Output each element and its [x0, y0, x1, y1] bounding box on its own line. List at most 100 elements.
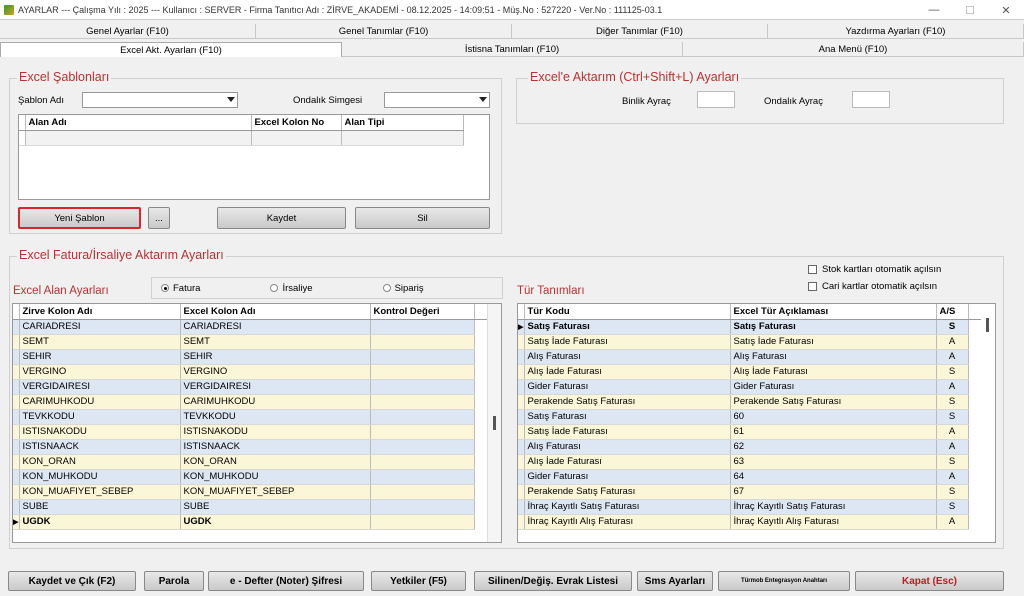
template-fields-grid[interactable]: Alan Adı Excel Kolon No Alan Tipi [18, 114, 490, 200]
table-cell[interactable]: VERGINO [19, 364, 181, 380]
table-row[interactable]: KON_MUHKODU KON_MUHKODU [13, 469, 501, 485]
table-cell[interactable] [370, 439, 475, 455]
type-definitions-grid[interactable]: Tür Kodu Excel Tür Açıklaması A/S ▶ Satış… [517, 303, 996, 543]
table-cell[interactable] [370, 364, 475, 380]
table-cell[interactable]: KON_MUAFIYET_SEBEP [19, 484, 181, 500]
password-button[interactable]: Parola [144, 571, 204, 591]
table-cell[interactable]: Alış Faturası [730, 349, 937, 365]
column-header-zirve-column[interactable]: Zirve Kolon Adı [19, 304, 181, 320]
tab-exemption-definitions[interactable]: İstisna Tanımları (F10) [342, 42, 683, 57]
table-cell[interactable]: Alış İade Faturası [730, 364, 937, 380]
column-header-field-type[interactable]: Alan Tipi [341, 115, 464, 131]
tab-main-menu[interactable]: Ana Menü (F10) [683, 42, 1024, 57]
table-cell[interactable]: A [936, 439, 969, 455]
table-row[interactable]: İhraç Kayıtlı Alış Faturası İhraç Kayıtlı… [518, 514, 995, 530]
table-cell[interactable]: Satış İade Faturası [524, 424, 731, 440]
table-cell[interactable]: Alış İade Faturası [524, 364, 731, 380]
table-cell[interactable]: Gider Faturası [524, 469, 731, 485]
delete-template-button[interactable]: Sil [355, 207, 490, 229]
close-button[interactable]: Kapat (Esc) [855, 571, 1004, 591]
table-cell[interactable]: A [936, 469, 969, 485]
table-cell[interactable]: 62 [730, 439, 937, 455]
tab-general-settings[interactable]: Genel Ayarlar (F10) [0, 24, 256, 39]
table-cell[interactable]: SEMT [19, 334, 181, 350]
table-cell[interactable]: CARIMUHKODU [180, 394, 371, 410]
table-cell[interactable]: Alış Faturası [524, 439, 731, 455]
field-grid-scrollbar[interactable] [487, 304, 501, 542]
table-cell[interactable]: SEMT [180, 334, 371, 350]
decimal-separator-input[interactable] [852, 91, 890, 108]
type-grid-scrollbar[interactable] [981, 304, 995, 542]
table-cell[interactable]: İhraç Kayıtlı Alış Faturası [524, 514, 731, 530]
scroll-thumb[interactable] [493, 416, 496, 430]
deleted-documents-list-button[interactable]: Silinen/Değiş. Evrak Listesi [474, 571, 632, 591]
table-cell[interactable]: S [936, 364, 969, 380]
table-row[interactable]: ▶ Satış Faturası Satış Faturası S [518, 319, 995, 335]
table-cell[interactable] [370, 454, 475, 470]
table-cell[interactable]: Satış İade Faturası [524, 334, 731, 350]
table-cell[interactable]: ISTISNAKODU [180, 424, 371, 440]
table-cell[interactable]: S [936, 319, 969, 335]
table-cell[interactable]: Satış İade Faturası [730, 334, 937, 350]
table-cell[interactable]: Satış Faturası [524, 409, 731, 425]
table-cell[interactable]: KON_MUHKODU [19, 469, 181, 485]
decimal-symbol-select[interactable] [384, 92, 490, 108]
table-cell[interactable]: A [936, 424, 969, 440]
table-row[interactable]: Alış Faturası Alış Faturası A [518, 349, 995, 365]
table-cell[interactable] [370, 394, 475, 410]
table-row[interactable] [19, 130, 489, 146]
tab-excel-transfer-settings[interactable]: Excel Akt. Ayarları (F10) [0, 42, 342, 57]
table-row[interactable]: CARIADRESI CARIADRESI [13, 319, 501, 335]
table-cell[interactable]: S [936, 409, 969, 425]
table-cell[interactable]: 67 [730, 484, 937, 500]
table-cell[interactable]: Satış Faturası [524, 319, 731, 335]
table-cell[interactable]: Alış Faturası [524, 349, 731, 365]
table-cell[interactable]: KON_ORAN [19, 454, 181, 470]
column-header-excel-column[interactable]: Excel Kolon Adı [180, 304, 371, 320]
edefter-password-button[interactable]: e - Defter (Noter) Şifresi [208, 571, 364, 591]
table-row[interactable]: ISTISNAACK ISTISNAACK [13, 439, 501, 455]
tab-general-definitions[interactable]: Genel Tanımlar (F10) [256, 24, 512, 39]
table-cell[interactable]: 60 [730, 409, 937, 425]
table-cell[interactable]: İhraç Kayıtlı Satış Faturası [730, 499, 937, 515]
table-row[interactable]: Alış Faturası 62 A [518, 439, 995, 455]
table-row[interactable]: VERGINO VERGINO [13, 364, 501, 380]
table-cell[interactable]: VERGIDAIRESI [19, 379, 181, 395]
permissions-button[interactable]: Yetkiler (F5) [371, 571, 466, 591]
table-row[interactable]: VERGIDAIRESI VERGIDAIRESI [13, 379, 501, 395]
table-row[interactable]: ▶ UGDK UGDK [13, 514, 501, 530]
table-cell[interactable]: SUBE [180, 499, 371, 515]
column-header-field-name[interactable]: Alan Adı [25, 115, 252, 131]
table-cell[interactable]: Gider Faturası [524, 379, 731, 395]
table-row[interactable]: ISTISNAKODU ISTISNAKODU [13, 424, 501, 440]
table-cell[interactable]: KON_MUHKODU [180, 469, 371, 485]
table-row[interactable]: Satış İade Faturası Satış İade Faturası A [518, 334, 995, 350]
table-cell[interactable] [370, 334, 475, 350]
account-auto-checkbox[interactable]: Cari kartlar otomatik açılsın [808, 281, 937, 292]
table-cell[interactable]: Perakende Satış Faturası [524, 394, 731, 410]
table-cell[interactable]: ISTISNAKODU [19, 424, 181, 440]
column-header-control-value[interactable]: Kontrol Değeri [370, 304, 475, 320]
table-cell[interactable]: S [936, 454, 969, 470]
table-row[interactable]: Alış İade Faturası 63 S [518, 454, 995, 470]
table-cell[interactable]: TEVKKODU [180, 409, 371, 425]
table-cell[interactable]: ISTISNAACK [180, 439, 371, 455]
turmob-integration-key-button[interactable]: Türmob Entegrasyon Anahtarı [718, 571, 850, 591]
table-row[interactable]: Gider Faturası Gider Faturası A [518, 379, 995, 395]
table-cell[interactable] [370, 484, 475, 500]
table-row[interactable]: İhraç Kayıtlı Satış Faturası İhraç Kayıtl… [518, 499, 995, 515]
table-cell[interactable]: KON_ORAN [180, 454, 371, 470]
table-cell[interactable]: A [936, 379, 969, 395]
table-row[interactable]: KON_ORAN KON_ORAN [13, 454, 501, 470]
table-cell[interactable]: CARIMUHKODU [19, 394, 181, 410]
table-cell[interactable]: İhraç Kayıtlı Alış Faturası [730, 514, 937, 530]
table-cell[interactable]: A [936, 514, 969, 530]
sms-settings-button[interactable]: Sms Ayarları [637, 571, 713, 591]
table-cell[interactable] [370, 514, 475, 530]
table-cell[interactable]: CARIADRESI [180, 319, 371, 335]
close-window-button[interactable]: ✕ [988, 0, 1024, 20]
save-template-button[interactable]: Kaydet [217, 207, 346, 229]
table-cell[interactable]: SEHIR [180, 349, 371, 365]
table-row[interactable]: Satış Faturası 60 S [518, 409, 995, 425]
column-header-type-code[interactable]: Tür Kodu [524, 304, 731, 320]
